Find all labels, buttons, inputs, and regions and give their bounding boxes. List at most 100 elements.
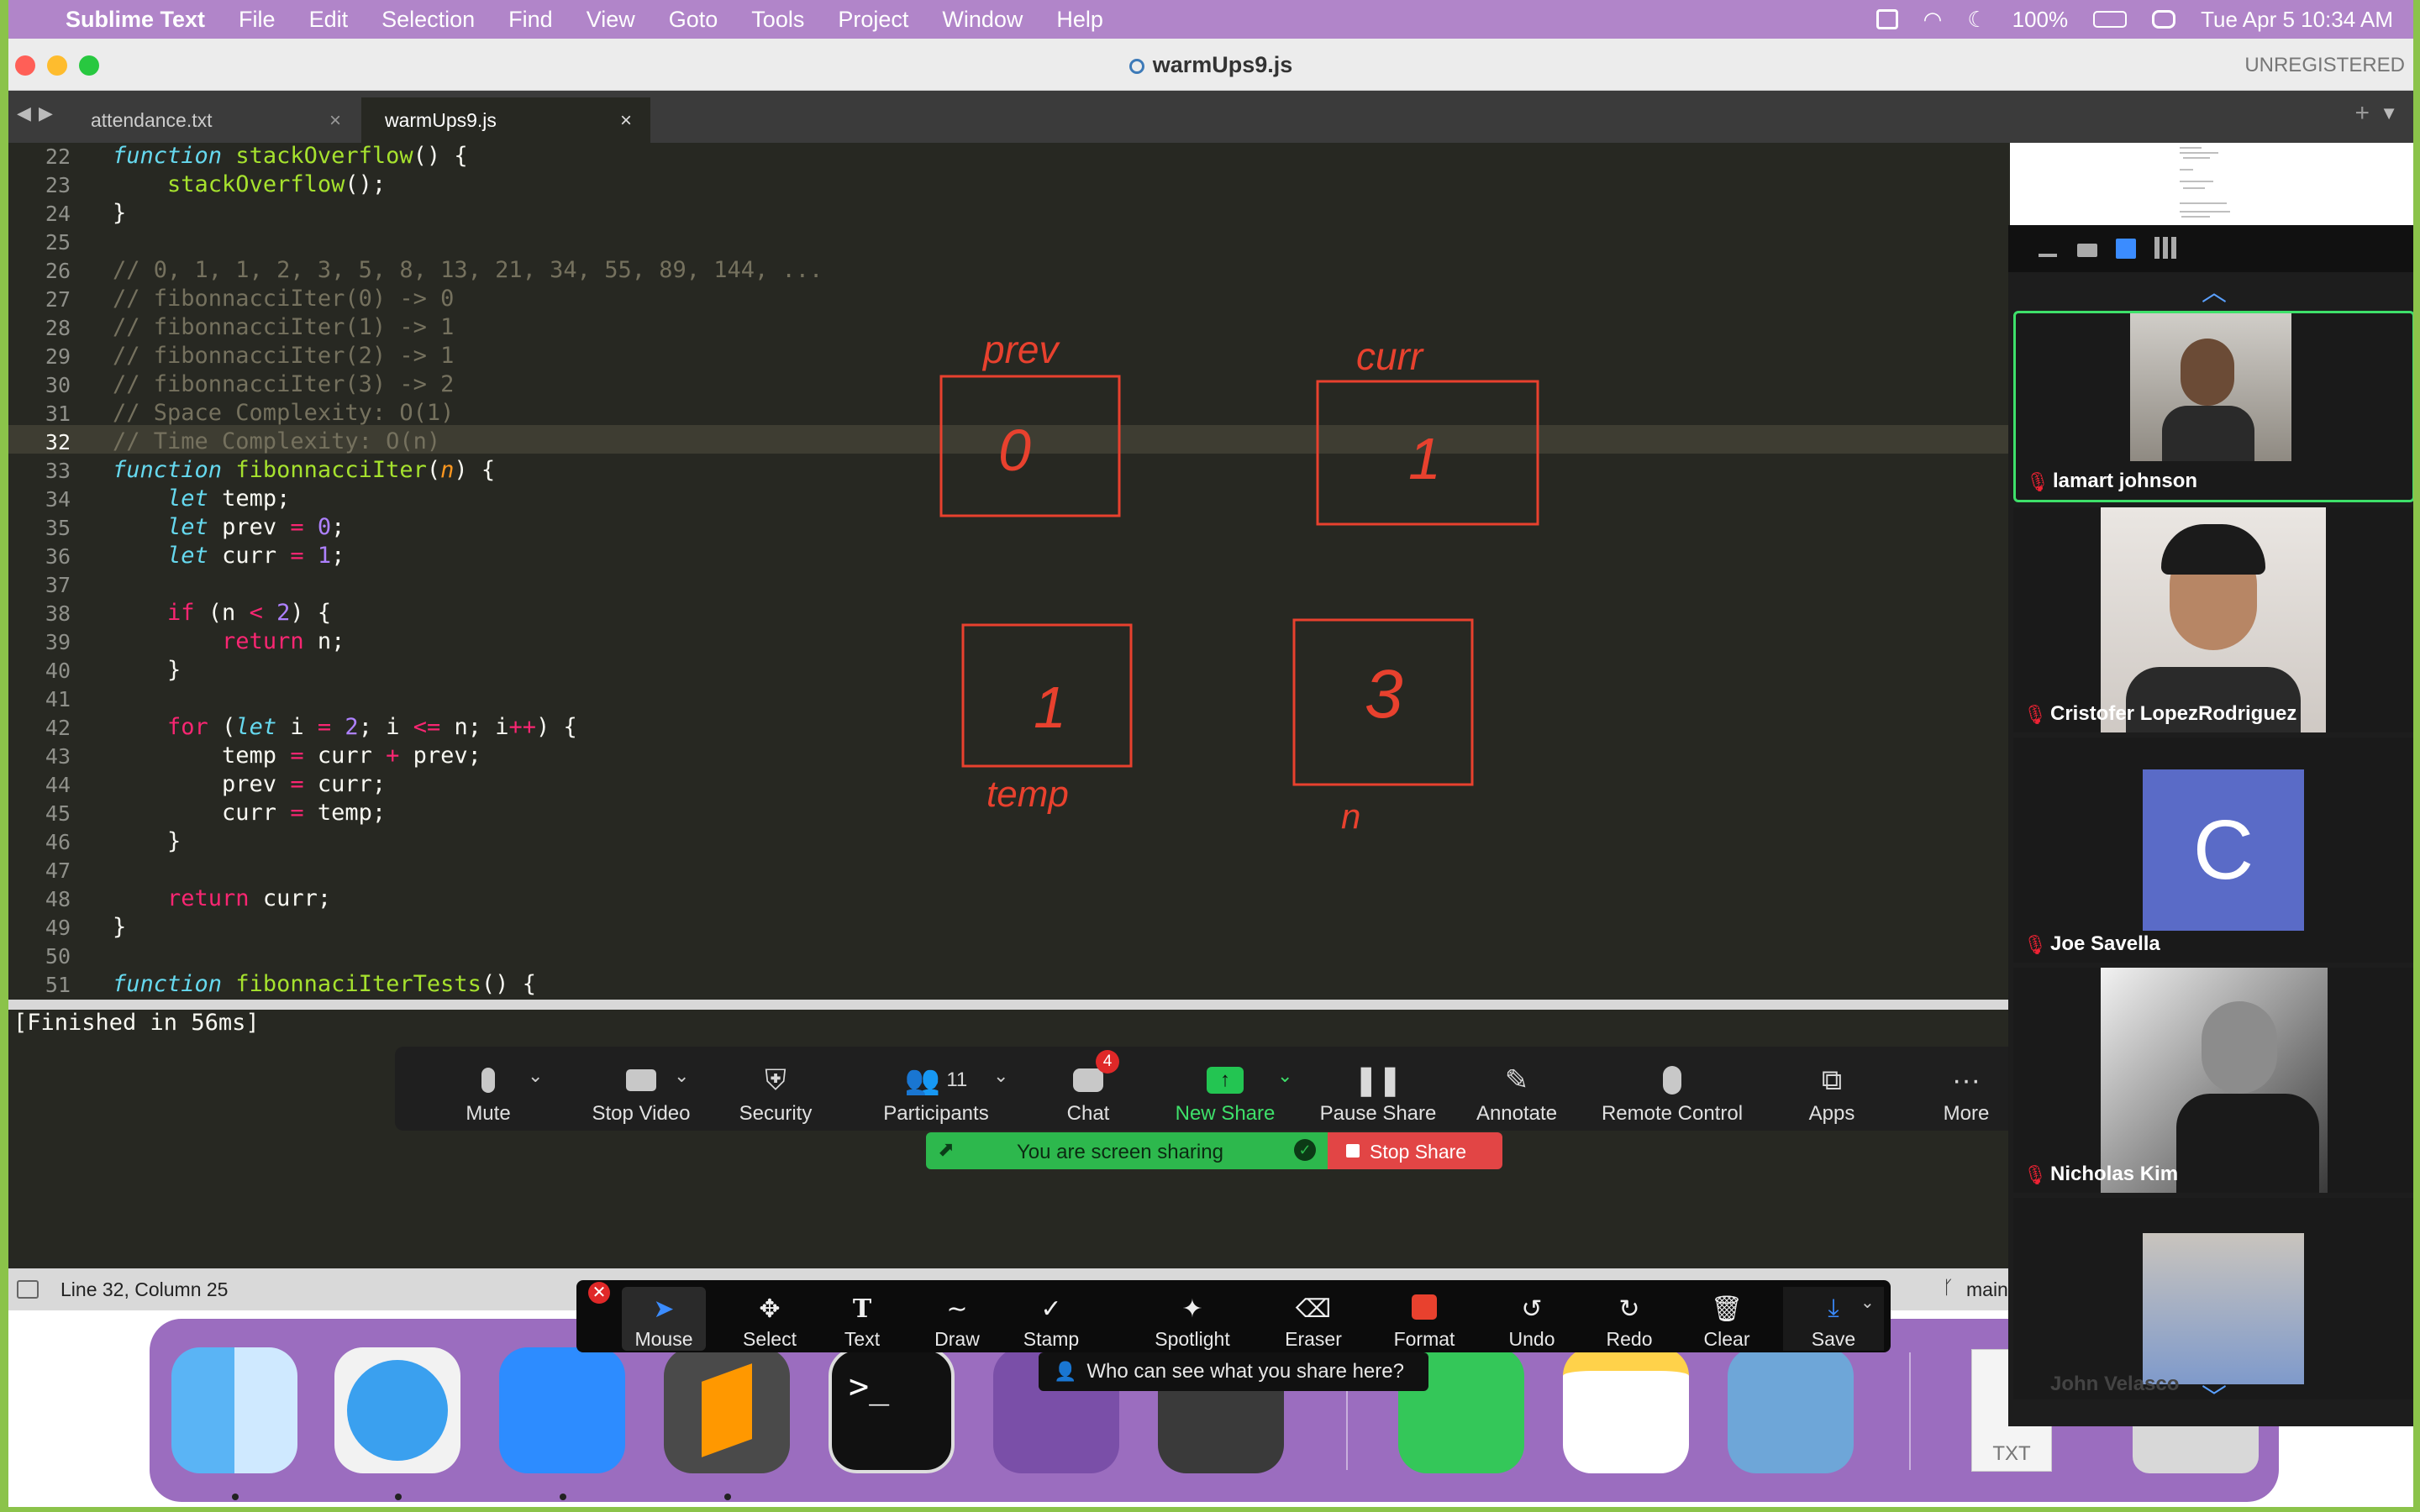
- stop-video-button[interactable]: Stop Video: [570, 1055, 713, 1126]
- chat-label: Chat: [1066, 1102, 1110, 1125]
- finder-dock-icon[interactable]: [171, 1347, 297, 1473]
- participant-tile[interactable]: 🎙︎ Nicholas Kim: [2013, 968, 2413, 1193]
- speaker-view-icon[interactable]: [2116, 239, 2136, 259]
- moon-icon[interactable]: ☾: [1967, 7, 1986, 33]
- participant-tile[interactable]: John Velasco: [2013, 1198, 2413, 1399]
- zoom-dock-icon[interactable]: [499, 1347, 625, 1473]
- tab-warmups9[interactable]: warmUps9.js ×: [361, 97, 650, 143]
- stop-video-label: Stop Video: [592, 1102, 691, 1125]
- menu-window[interactable]: Window: [942, 7, 1023, 33]
- notes-dock-icon[interactable]: [1563, 1347, 1689, 1473]
- tab-prev-icon[interactable]: ◀: [17, 102, 31, 124]
- tab-next-icon[interactable]: ▶: [39, 102, 53, 124]
- mute-button[interactable]: Mute: [442, 1055, 534, 1126]
- battery-icon[interactable]: [2093, 11, 2128, 28]
- terminal-dock-icon[interactable]: >_: [829, 1347, 955, 1473]
- menu-view[interactable]: View: [587, 7, 635, 33]
- close-tab-icon[interactable]: ×: [620, 109, 632, 133]
- redo-button[interactable]: ↻ Redo: [1591, 1287, 1667, 1351]
- clear-button[interactable]: 🗑 Clear: [1689, 1287, 1765, 1351]
- preview-dock-icon[interactable]: [1728, 1347, 1854, 1473]
- minimize-view-icon[interactable]: [2039, 254, 2057, 257]
- running-indicator: [560, 1494, 566, 1500]
- drive-icon[interactable]: [1876, 9, 1898, 29]
- zoom-meeting-toolbar: Mute ⌄ Stop Video ⌄ ⛨ Security 👥 11 Part…: [395, 1047, 2025, 1131]
- participant-tile[interactable]: C 🎙︎ Joe Savella: [2013, 738, 2413, 963]
- tab-list-icon[interactable]: ▼: [2380, 102, 2398, 124]
- participant-video-panel: ︿ 🎙︎ lamart johnson 🎙︎ Cristofer LopezRo…: [2008, 225, 2413, 1426]
- save-options-chevron-icon[interactable]: ⌄: [1860, 1292, 1875, 1313]
- spotlight-tool-button[interactable]: ✦ Spotlight: [1146, 1287, 1239, 1351]
- chat-badge: 4: [1096, 1050, 1119, 1074]
- format-label: Format: [1393, 1328, 1455, 1350]
- clear-label: Clear: [1703, 1328, 1750, 1350]
- git-branch[interactable]: main: [1966, 1278, 2008, 1301]
- gallery-view-icon[interactable]: [2154, 237, 2176, 259]
- running-indicator: [724, 1494, 731, 1500]
- view-options-bar: [2008, 225, 2413, 272]
- stamp-label: Stamp: [1023, 1328, 1080, 1350]
- menu-edit[interactable]: Edit: [309, 7, 349, 33]
- apps-button[interactable]: ⧉ Apps: [1790, 1055, 1874, 1126]
- shield-check-icon: ✓: [1294, 1139, 1316, 1161]
- scroll-up-chevron-icon[interactable]: ︿: [2008, 281, 2413, 306]
- select-tool-button[interactable]: ✥ Select: [728, 1287, 812, 1351]
- menu-goto[interactable]: Goto: [669, 7, 718, 33]
- sublime-dock-icon[interactable]: [664, 1347, 790, 1473]
- stop-share-button[interactable]: Stop Share: [1328, 1132, 1502, 1169]
- menu-file[interactable]: File: [239, 7, 276, 33]
- annotate-button[interactable]: ✎ Annotate: [1462, 1055, 1571, 1126]
- menu-app-name[interactable]: Sublime Text: [66, 7, 205, 33]
- pause-share-button[interactable]: ❚❚ Pause Share: [1311, 1055, 1445, 1126]
- output-panel-divider[interactable]: [8, 1000, 2010, 1010]
- wifi-icon[interactable]: ◠: [1923, 7, 1943, 33]
- minimap[interactable]: [2176, 144, 2244, 222]
- participant-tile[interactable]: 🎙︎ Cristofer LopezRodriguez: [2013, 507, 2413, 732]
- video-options-chevron-icon[interactable]: ⌄: [674, 1065, 689, 1087]
- participants-options-chevron-icon[interactable]: ⌄: [993, 1065, 1008, 1087]
- participants-label: Participants: [883, 1102, 989, 1125]
- remote-control-button[interactable]: Remote Control: [1588, 1055, 1756, 1126]
- stamp-tool-button[interactable]: ✓ Stamp: [1005, 1287, 1097, 1351]
- mute-options-chevron-icon[interactable]: ⌄: [528, 1065, 543, 1087]
- new-tab-icon[interactable]: +: [2354, 99, 2370, 128]
- clock[interactable]: Tue Apr 5 10:34 AM: [2201, 7, 2393, 33]
- who-can-see-tooltip[interactable]: 👤 Who can see what you share here?: [1039, 1352, 1428, 1391]
- participants-button[interactable]: 👥 11 Participants: [869, 1055, 1003, 1126]
- pause-share-label: Pause Share: [1319, 1102, 1437, 1125]
- control-center-icon[interactable]: [2152, 10, 2176, 29]
- thumbnail-view-icon[interactable]: [2077, 244, 2097, 257]
- code-editor[interactable]: 22 23 24 25 26 27 28 29 30 31 32 33 34 35 36 37 38 39 40 41…: [8, 143, 2010, 1000]
- security-button[interactable]: ⛨ Security: [721, 1055, 830, 1126]
- eraser-tool-button[interactable]: ⌫ Eraser: [1267, 1287, 1360, 1351]
- close-annotation-icon[interactable]: ✕: [588, 1282, 610, 1304]
- draw-tool-button[interactable]: ∼ Draw: [919, 1287, 995, 1351]
- panel-toggle-icon[interactable]: [17, 1280, 39, 1299]
- mouse-tool-button[interactable]: ➤ Mouse: [622, 1287, 706, 1351]
- tab-attendance[interactable]: attendance.txt ×: [67, 97, 360, 143]
- more-button[interactable]: ··· More: [1924, 1055, 2008, 1126]
- new-share-button[interactable]: ↑ New Share: [1166, 1055, 1284, 1126]
- text-tool-button[interactable]: T Text: [829, 1287, 896, 1351]
- share-options-chevron-icon[interactable]: ⌄: [1277, 1065, 1292, 1087]
- menu-help[interactable]: Help: [1056, 7, 1103, 33]
- participant-tile[interactable]: 🎙︎ lamart johnson: [2013, 311, 2413, 502]
- save-label: Save: [1811, 1328, 1856, 1350]
- cursor-position[interactable]: Line 32, Column 25: [60, 1278, 228, 1301]
- curr-value: 1: [1408, 426, 1441, 491]
- scroll-down-chevron-icon[interactable]: ﹀: [2008, 1386, 2413, 1411]
- annotate-label: Annotate: [1476, 1102, 1558, 1125]
- format-tool-button[interactable]: Format: [1378, 1287, 1470, 1351]
- menu-find[interactable]: Find: [508, 7, 553, 33]
- undo-icon: ↺: [1521, 1295, 1543, 1323]
- select-label: Select: [743, 1328, 797, 1350]
- chat-button[interactable]: Chat: [1042, 1055, 1134, 1126]
- safari-dock-icon[interactable]: [334, 1347, 460, 1473]
- menu-selection[interactable]: Selection: [381, 7, 475, 33]
- undo-button[interactable]: ↺ Undo: [1494, 1287, 1570, 1351]
- menu-tools[interactable]: Tools: [751, 7, 804, 33]
- microphone-icon: [470, 1063, 507, 1097]
- menu-project[interactable]: Project: [838, 7, 908, 33]
- close-tab-icon[interactable]: ×: [329, 109, 341, 133]
- sharing-status[interactable]: ⬈ You are screen sharing ✓: [926, 1132, 1328, 1169]
